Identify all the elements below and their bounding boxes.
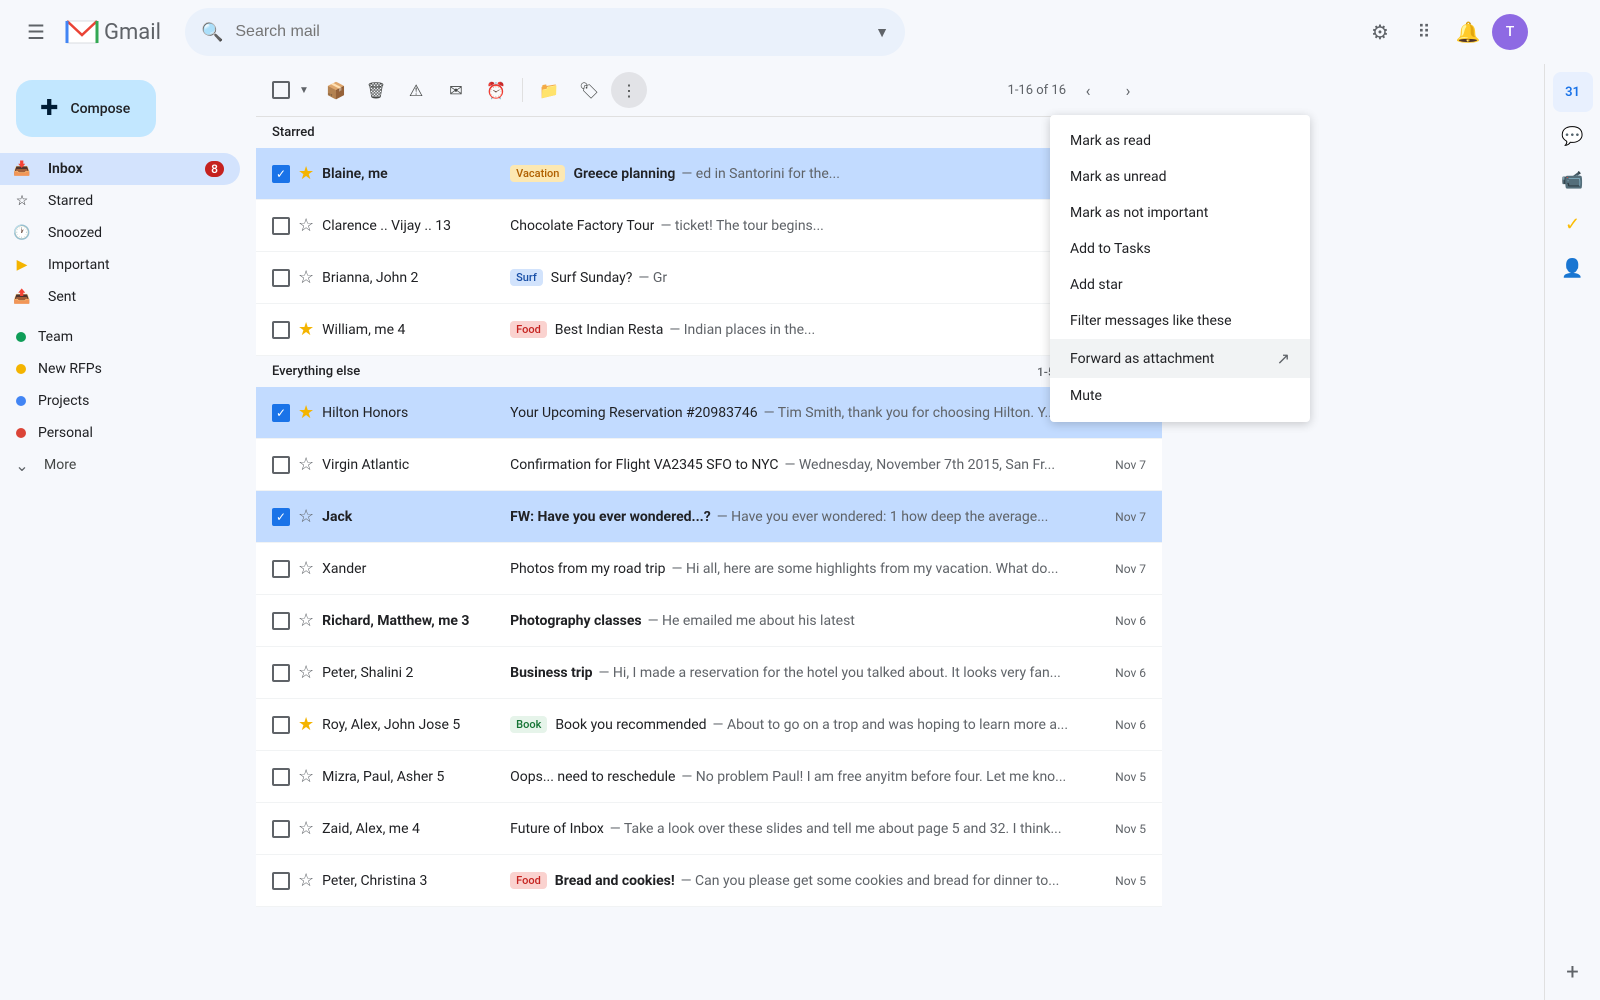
- context-menu-item-mute[interactable]: Mute: [1050, 378, 1310, 414]
- context-menu-item-mark-not-important[interactable]: Mark as not important: [1050, 195, 1310, 231]
- forward-cursor-icon: ↗: [1277, 349, 1290, 368]
- context-menu-item-mark-read[interactable]: Mark as read: [1050, 123, 1310, 159]
- context-menu-item-add-tasks[interactable]: Add to Tasks: [1050, 231, 1310, 267]
- context-menu-overlay[interactable]: [0, 0, 1600, 1000]
- context-menu-item-filter[interactable]: Filter messages like these: [1050, 303, 1310, 339]
- context-menu-item-mark-unread[interactable]: Mark as unread: [1050, 159, 1310, 195]
- context-menu-item-forward-attachment[interactable]: Forward as attachment ↗: [1050, 339, 1310, 378]
- context-menu: Mark as read Mark as unread Mark as not …: [1050, 115, 1310, 422]
- context-menu-item-add-star[interactable]: Add star: [1050, 267, 1310, 303]
